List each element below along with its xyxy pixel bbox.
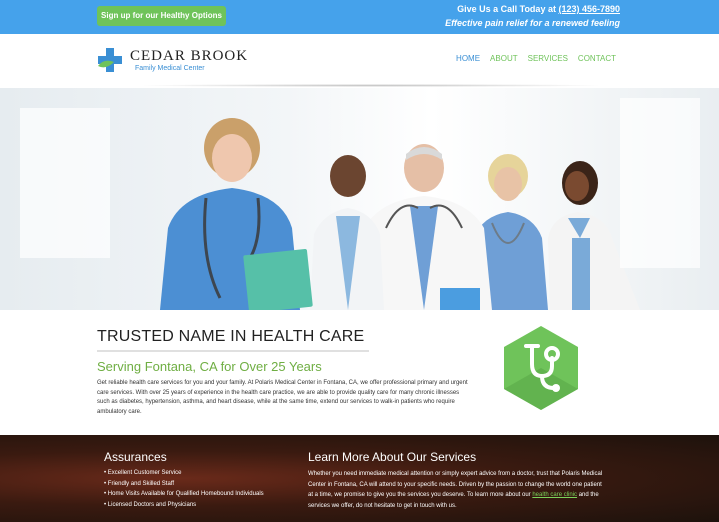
intro-title: TRUSTED NAME IN HEALTH CARE xyxy=(97,328,365,345)
hero-image xyxy=(0,88,719,310)
health-care-clinic-link[interactable]: health care clinic xyxy=(532,492,577,498)
nav-about[interactable]: ABOUT xyxy=(490,54,518,63)
intro-body: Get reliable health care services for yo… xyxy=(97,380,468,415)
nav-home[interactable]: HOME xyxy=(456,54,480,63)
assurances-list: Excellent Customer Service Friendly and … xyxy=(104,468,264,510)
list-item: Licensed Doctors and Physicians xyxy=(104,500,264,511)
logo-subtitle: Family Medical Center xyxy=(135,65,205,72)
logo-name[interactable]: CEDAR BROOK xyxy=(130,48,248,65)
site-header: CEDAR BROOK Family Medical Center HOME A… xyxy=(0,34,719,86)
intro-subtitle: Serving Fontana, CA for Over 25 Years xyxy=(97,359,322,374)
signup-button[interactable]: Sign up for our Healthy Options xyxy=(97,6,226,26)
main-nav: HOME ABOUT SERVICES CONTACT xyxy=(456,54,616,63)
nav-contact[interactable]: CONTACT xyxy=(578,54,616,63)
call-line: Give Us a Call Today at (123) 456-7890 xyxy=(457,4,620,14)
assurances-title: Assurances xyxy=(104,450,167,464)
nav-services[interactable]: SERVICES xyxy=(528,54,568,63)
logo-cross-icon[interactable] xyxy=(96,46,124,74)
stethoscope-icon xyxy=(504,326,578,410)
list-item: Friendly and Skilled Staff xyxy=(104,479,264,490)
learn-title: Learn More About Our Services xyxy=(308,450,477,464)
list-item: Excellent Customer Service xyxy=(104,468,264,479)
list-item: Home Visits Available for Qualified Home… xyxy=(104,489,264,500)
intro-divider xyxy=(97,350,369,352)
call-prefix: Give Us a Call Today at xyxy=(457,4,559,14)
learn-body: Whether you need immediate medical atten… xyxy=(308,469,608,511)
phone-link[interactable]: (123) 456-7890 xyxy=(558,4,620,14)
top-bar: Sign up for our Healthy Options Give Us … xyxy=(0,0,719,34)
header-divider xyxy=(136,84,606,87)
tagline: Effective pain relief for a renewed feel… xyxy=(445,18,620,28)
